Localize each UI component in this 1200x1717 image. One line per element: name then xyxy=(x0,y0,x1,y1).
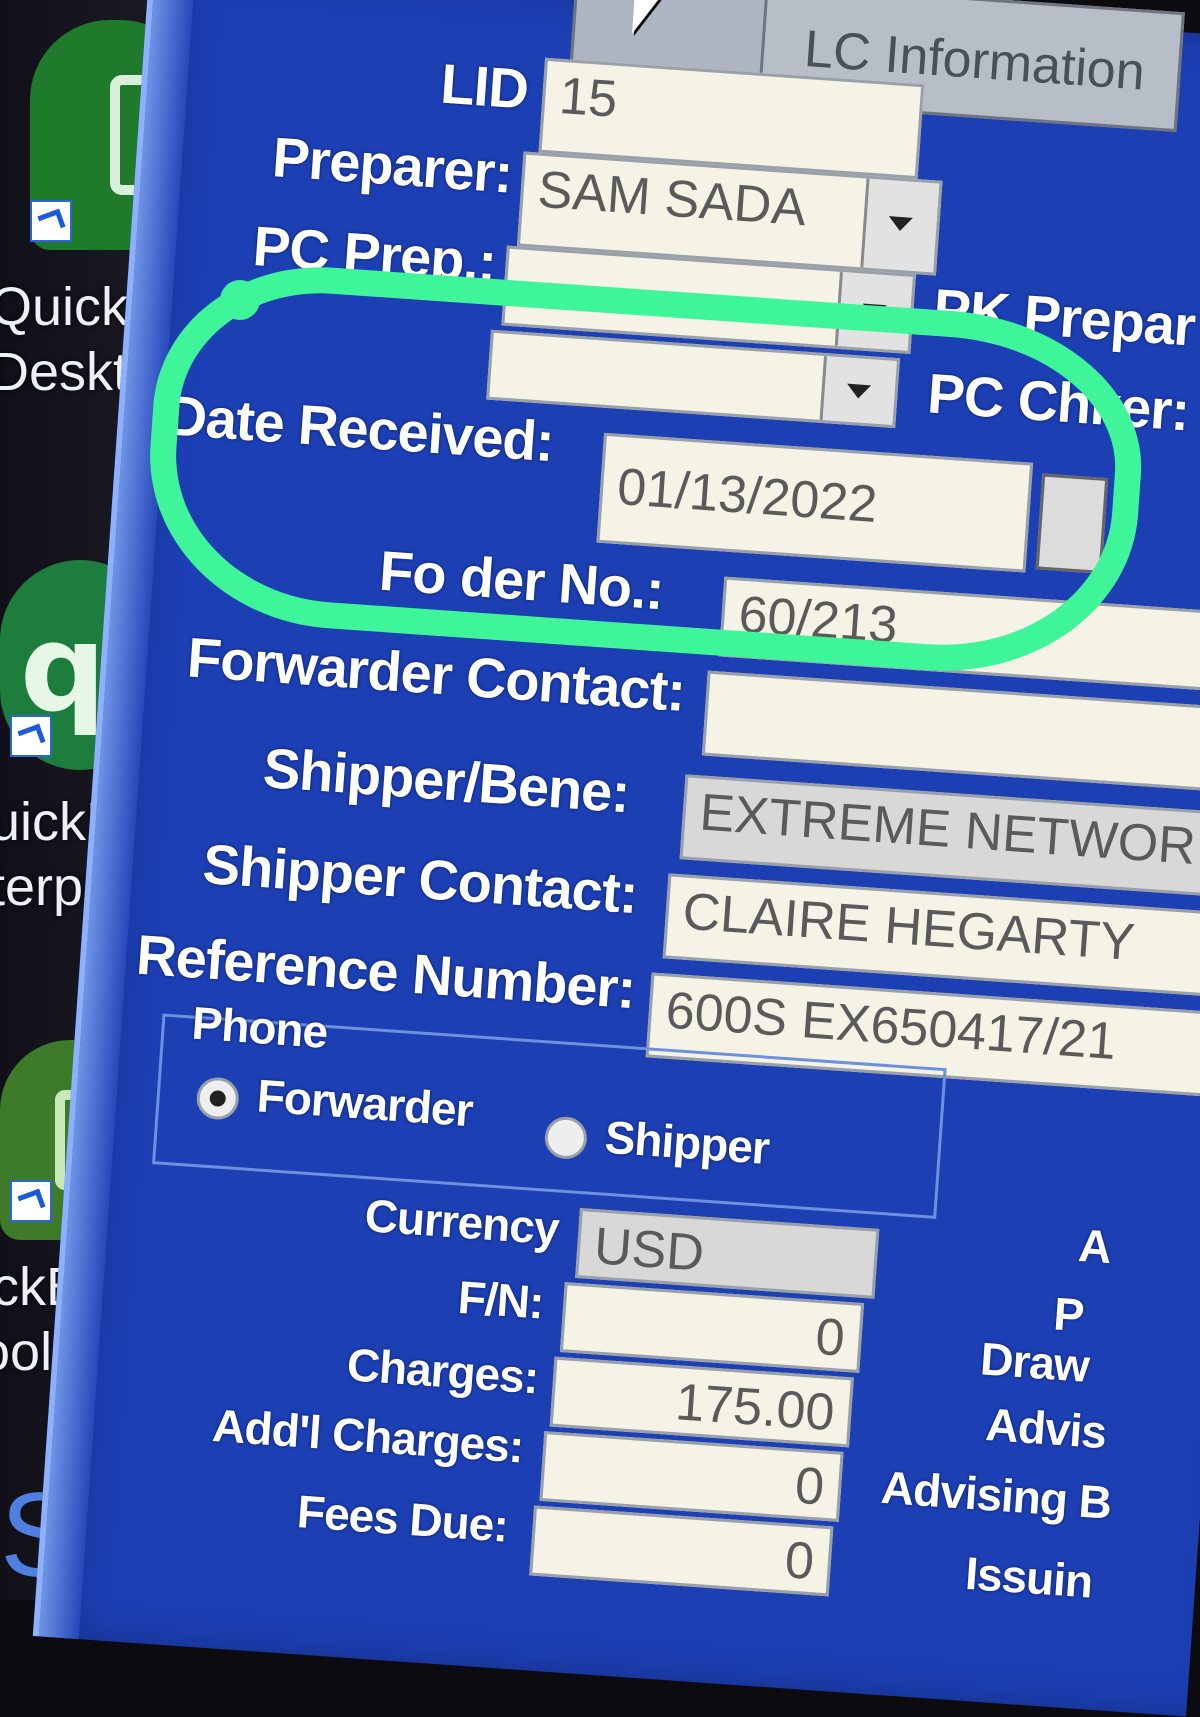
currency-label: Currency xyxy=(363,1189,561,1255)
shipper-bene-label: Shipper/Bene: xyxy=(261,735,632,825)
shortcut-arrow-icon xyxy=(10,715,52,757)
right-label-advising-bank: Advising B xyxy=(879,1460,1113,1529)
forwarder-contact-field[interactable] xyxy=(701,670,1200,792)
highlight-marker-loop xyxy=(138,255,1152,685)
preparer-value: SAM SADA xyxy=(535,160,809,238)
fees-due-field[interactable]: 0 xyxy=(529,1505,834,1597)
fn-label: F/N: xyxy=(456,1270,546,1329)
right-label-draw: Draw xyxy=(978,1332,1091,1392)
charges-label: Charges: xyxy=(345,1338,540,1404)
lc-information-window: LC Information LID 15 Preparer: SAM SADA… xyxy=(32,0,1200,1717)
mouse-cursor-icon xyxy=(630,0,696,68)
fees-due-label: Fees Due: xyxy=(295,1485,510,1552)
shortcut-arrow-icon xyxy=(10,1180,52,1222)
right-label-a: A xyxy=(1076,1218,1113,1274)
preparer-label: Preparer: xyxy=(270,125,515,205)
addl-charges-label: Add'l Charges: xyxy=(210,1399,526,1473)
lid-label: LID xyxy=(438,51,531,121)
right-label-advis: Advis xyxy=(984,1397,1108,1459)
shipper-contact-label: Shipper Contact: xyxy=(200,831,640,926)
shipper-bene-field[interactable]: EXTREME NETWOR xyxy=(679,774,1200,897)
shortcut-arrow-icon xyxy=(30,200,72,242)
right-label-issuing: Issuin xyxy=(963,1546,1094,1608)
highlight-marker-tail xyxy=(220,280,260,320)
chevron-down-icon[interactable] xyxy=(860,178,940,273)
